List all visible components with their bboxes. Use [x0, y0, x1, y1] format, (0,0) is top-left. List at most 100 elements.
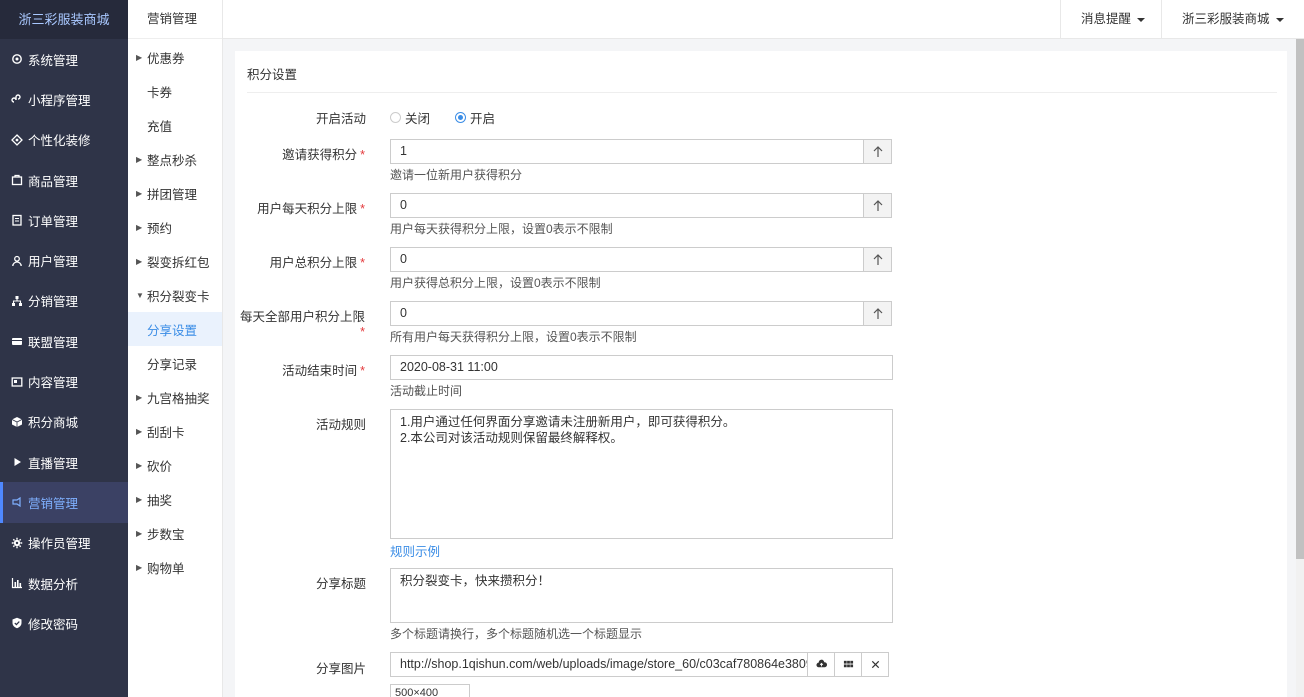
cog-icon	[10, 536, 24, 550]
submenu-item-label: 抽奖	[147, 493, 173, 508]
sidebar-item[interactable]: 个性化装修	[0, 120, 128, 160]
sidebar-item-label: 积分商城	[28, 416, 79, 431]
share-image-buttons	[807, 652, 889, 677]
submenu-item[interactable]: ▶ 九宫格抽奖	[128, 380, 222, 414]
sidebar-item[interactable]: 联盟管理	[0, 321, 128, 361]
share-title-label: 分享标题	[315, 577, 366, 591]
rules-textarea[interactable]: 1.用户通过任何界面分享邀请未注册新用户，即可获得积分。 2.本公司对该活动规则…	[390, 409, 893, 539]
submenu-item[interactable]: 卡券	[128, 74, 222, 108]
distribution-icon	[10, 294, 24, 308]
sidebar-item[interactable]: 操作员管理	[0, 523, 128, 563]
caret-right-icon: ▶	[136, 154, 143, 164]
invite-points-help: 邀请一位新用户获得积分	[390, 168, 523, 182]
submenu-item-label: 九宫格抽奖	[147, 391, 210, 406]
submenu-item[interactable]: ▶ 砍价	[128, 448, 222, 482]
rules-line-2: 2.本公司对该活动规则保留最终解释权。	[400, 431, 623, 445]
caret-right-icon: ▶	[136, 528, 143, 538]
content-icon	[10, 375, 24, 389]
submenu-item[interactable]: 分享设置	[128, 312, 222, 346]
sidebar-item[interactable]: 内容管理	[0, 361, 128, 401]
gallery-button[interactable]	[834, 652, 862, 677]
user-icon	[10, 254, 24, 268]
invite-points-stepper[interactable]	[863, 139, 892, 164]
sidebar-item-label: 用户管理	[28, 255, 79, 270]
radio-off[interactable]: 关闭	[390, 108, 430, 127]
clear-image-button[interactable]	[861, 652, 889, 677]
all-daily-limit-input[interactable]: 0	[390, 301, 864, 326]
sidebar-item[interactable]: 商品管理	[0, 160, 128, 200]
total-limit-label: 用户总积分上限 *	[269, 256, 365, 270]
submenu-item[interactable]: ▶ 抽奖	[128, 482, 222, 516]
submenu-item[interactable]: ▶ 裂变拆红包	[128, 244, 222, 278]
submenu-item[interactable]: ▶ 步数宝	[128, 516, 222, 550]
sidebar-item-label: 商品管理	[28, 174, 79, 189]
sidebar-item-label: 订单管理	[28, 214, 79, 229]
sidebar-item[interactable]: 积分商城	[0, 402, 128, 442]
caret-right-icon: ▶	[136, 494, 143, 504]
submenu-item[interactable]: 充值	[128, 108, 222, 142]
submenu-item[interactable]: ▶ 拼团管理	[128, 176, 222, 210]
submenu-item[interactable]: ▶ 整点秒杀	[128, 142, 222, 176]
sidebar-item-label: 操作员管理	[28, 537, 91, 552]
marketing-icon	[10, 495, 24, 509]
sidebar-item-label: 个性化装修	[28, 134, 91, 149]
daily-limit-stepper[interactable]	[863, 193, 892, 218]
share-title-textarea[interactable]: 积分裂变卡，快来攒积分！	[390, 568, 893, 623]
alliance-icon	[10, 334, 24, 348]
sidebar-item[interactable]: 分销管理	[0, 281, 128, 321]
submenu-item-label: 刮刮卡	[147, 425, 185, 440]
end-time-input[interactable]: 2020-08-31 11:00	[390, 355, 893, 380]
sidebar-item-label: 直播管理	[28, 456, 79, 471]
arrow-up-icon	[873, 145, 882, 157]
sidebar-item[interactable]: 小程序管理	[0, 79, 128, 119]
submenu-item[interactable]: ▶ 购物单	[128, 550, 222, 584]
sidebar-item[interactable]: 系统管理	[0, 39, 128, 79]
top-header: 消息提醒 浙三彩服装商城	[223, 0, 1304, 39]
daily-limit-help: 用户每天获得积分上限，设置0表示不限制	[390, 222, 613, 236]
arrow-up-icon	[873, 199, 882, 211]
radio-off-label: 关闭	[405, 112, 431, 126]
settings-panel: 积分设置 开启活动 关闭 开启 邀请获得积分 * 1 邀请一位新用户获得积分 用户…	[235, 51, 1287, 697]
caret-down-icon: ▼	[136, 290, 144, 300]
submenu-item-label: 购物单	[147, 561, 185, 576]
sidebar-item[interactable]: 订单管理	[0, 200, 128, 240]
sidebar-item[interactable]: 数据分析	[0, 563, 128, 603]
sidebar-item[interactable]: 用户管理	[0, 240, 128, 280]
scrollbar-thumb[interactable]	[1296, 39, 1304, 559]
share-image-url-input[interactable]: http://shop.1qishun.com/web/uploads/imag…	[390, 652, 808, 677]
upload-button[interactable]	[807, 652, 835, 677]
bar-chart-icon	[10, 576, 24, 590]
submenu-item[interactable]: ▶ 预约	[128, 210, 222, 244]
invite-points-input[interactable]: 1	[390, 139, 864, 164]
total-limit-stepper[interactable]	[863, 247, 892, 272]
notifications-dropdown[interactable]: 消息提醒	[1060, 0, 1162, 39]
arrow-up-icon	[873, 307, 882, 319]
submenu-item[interactable]: ▶ 优惠券	[128, 40, 222, 74]
brand-logo[interactable]: 浙三彩服装商城	[0, 0, 128, 39]
shield-icon	[10, 616, 24, 630]
all-daily-limit-stepper[interactable]	[863, 301, 892, 326]
submenu-item-label: 分享记录	[147, 357, 198, 372]
submenu-item-label: 卡券	[147, 85, 173, 100]
store-dropdown[interactable]: 浙三彩服装商城	[1161, 0, 1304, 39]
total-limit-input[interactable]: 0	[390, 247, 864, 272]
share-image-label: 分享图片	[315, 662, 366, 676]
caret-right-icon: ▶	[136, 392, 143, 402]
sidebar-item[interactable]: 营销管理	[0, 482, 128, 523]
mini-program-icon	[10, 92, 24, 106]
sidebar-item[interactable]: 直播管理	[0, 442, 128, 482]
submenu-item[interactable]: 分享记录	[128, 346, 222, 380]
submenu-item[interactable]: ▶ 刮刮卡	[128, 414, 222, 448]
rules-example-link[interactable]: 规则示例	[390, 541, 440, 560]
sidebar-item-label: 修改密码	[28, 617, 79, 632]
sidebar-item[interactable]: 修改密码	[0, 603, 128, 643]
notifications-label: 消息提醒	[1081, 12, 1132, 26]
submenu-item[interactable]: ▼ 积分裂变卡	[128, 278, 222, 312]
radio-on[interactable]: 开启	[455, 108, 495, 127]
caret-down-icon	[1275, 17, 1284, 22]
daily-limit-input[interactable]: 0	[390, 193, 864, 218]
daily-limit-label: 用户每天积分上限 *	[257, 202, 365, 216]
rules-line-1: 1.用户通过任何界面分享邀请未注册新用户，即可获得积分。	[400, 415, 736, 429]
sidebar-item-label: 分销管理	[28, 295, 79, 310]
radio-circle-icon	[390, 112, 401, 123]
